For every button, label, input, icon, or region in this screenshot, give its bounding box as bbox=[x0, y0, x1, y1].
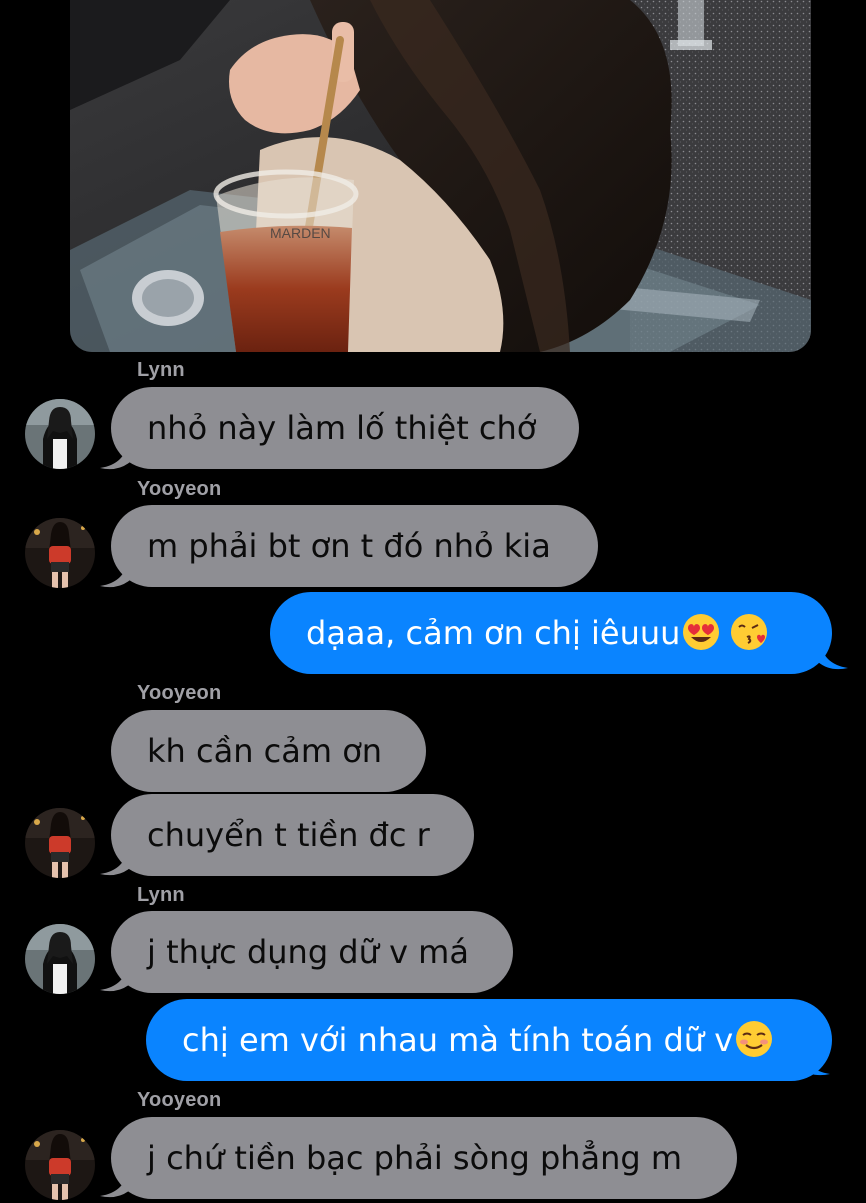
sender-name: Yooyeon bbox=[137, 478, 222, 500]
smiling-face-emoji-icon bbox=[736, 1021, 773, 1057]
message-bubble-incoming[interactable]: m phải bt ơn t đó nhỏ kia bbox=[111, 505, 598, 587]
message-bubble-incoming[interactable]: chuyển t tiền đc r bbox=[111, 794, 474, 876]
message-bubble-outgoing[interactable]: chị em với nhau mà tính toán dữ v bbox=[146, 999, 832, 1081]
message-bubble-outgoing[interactable]: dạaa, cảm ơn chị iêuuu bbox=[270, 592, 832, 674]
sender-name: Yooyeon bbox=[137, 1089, 222, 1111]
sender-name: Yooyeon bbox=[137, 682, 222, 704]
message-text: chị em với nhau mà tính toán dữ v bbox=[182, 1021, 734, 1059]
avatar-yooyeon[interactable] bbox=[25, 1130, 95, 1200]
avatar-yooyeon[interactable] bbox=[25, 808, 95, 878]
sender-name: Lynn bbox=[137, 359, 185, 381]
avatar-lynn[interactable] bbox=[25, 399, 95, 469]
svg-text:MARDEN: MARDEN bbox=[270, 225, 331, 241]
sender-name: Lynn bbox=[137, 884, 185, 906]
avatar-yooyeon[interactable] bbox=[25, 518, 95, 588]
message-bubble-incoming[interactable]: j thực dụng dữ v má bbox=[111, 911, 513, 993]
avatar-lynn[interactable] bbox=[25, 924, 95, 994]
message-bubble-incoming[interactable]: j chứ tiền bạc phải sòng phẳng m bbox=[111, 1117, 737, 1199]
kiss-emoji-icon bbox=[731, 614, 768, 650]
message-text: dạaa, cảm ơn chị iêuuu bbox=[306, 614, 681, 652]
message-bubble-incoming[interactable]: nhỏ này làm lố thiệt chớ bbox=[111, 387, 579, 469]
heart-eyes-emoji-icon bbox=[683, 614, 720, 650]
shared-photo[interactable]: MARDEN bbox=[70, 0, 811, 352]
message-bubble-incoming[interactable]: kh cần cảm ơn bbox=[111, 710, 426, 792]
